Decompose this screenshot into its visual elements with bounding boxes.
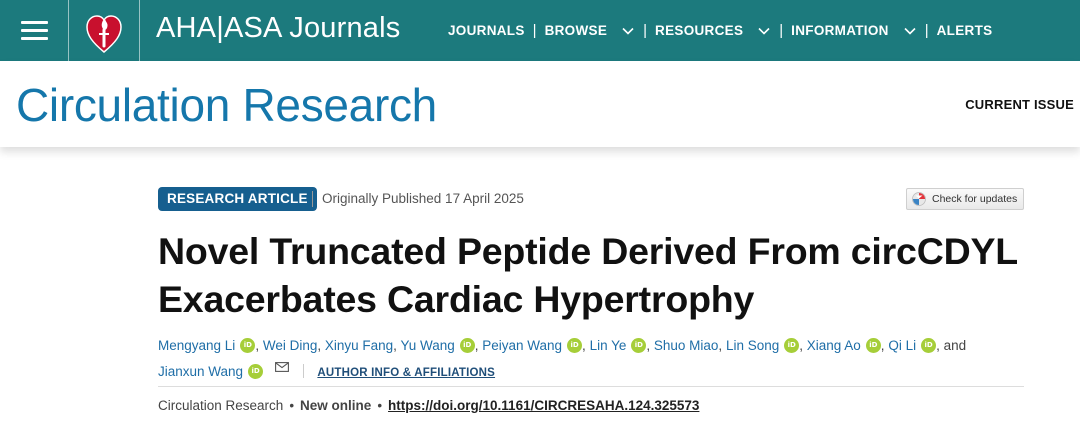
- menu-line: [21, 37, 48, 40]
- check-for-updates-button[interactable]: Check for updates: [906, 188, 1024, 210]
- nav-browse[interactable]: BROWSE: [545, 23, 636, 38]
- main-nav: JOURNALS | BROWSE | RESOURCES | INFORMAT…: [448, 0, 992, 61]
- journal-name: Circulation Research: [158, 398, 284, 413]
- nav-label: ALERTS: [936, 23, 993, 38]
- publication-date: Originally Published 17 April 2025: [322, 191, 524, 206]
- orcid-icon[interactable]: iD: [784, 338, 800, 353]
- bullet: •: [289, 398, 295, 413]
- journal-title[interactable]: Circulation Research: [16, 78, 437, 132]
- menu-line: [21, 21, 48, 24]
- aha-heart-torch-logo[interactable]: [86, 10, 122, 54]
- journal-header: Circulation Research CURRENT ISSUE: [0, 61, 1080, 147]
- orcid-icon[interactable]: iD: [921, 338, 937, 353]
- article-type-badge: RESEARCH ARTICLE: [158, 187, 317, 211]
- chevron-down-icon: [622, 27, 634, 35]
- current-issue-link[interactable]: CURRENT ISSUE: [965, 97, 1074, 112]
- orcid-icon[interactable]: iD: [459, 338, 475, 353]
- author-link[interactable]: Xinyu Fang: [325, 338, 393, 353]
- author-link[interactable]: Lin Song: [726, 338, 779, 353]
- nav-label: BROWSE: [544, 23, 608, 38]
- meta-divider: [312, 191, 313, 207]
- author-link[interactable]: Jianxun Wang: [158, 364, 243, 379]
- nav-label: INFORMATION: [791, 23, 889, 38]
- orcid-icon[interactable]: iD: [865, 338, 881, 353]
- nav-separator: |: [643, 22, 648, 39]
- chevron-down-icon: [758, 27, 770, 35]
- and-conjunction: and: [943, 338, 967, 353]
- online-status: New online: [300, 398, 372, 413]
- chevron-down-icon: [904, 27, 916, 35]
- divider: [139, 0, 140, 61]
- nav-label: JOURNALS: [448, 23, 525, 38]
- nav-alerts[interactable]: ALERTS: [937, 23, 993, 38]
- nav-separator: |: [924, 22, 929, 39]
- nav-information[interactable]: INFORMATION: [791, 23, 917, 38]
- hamburger-menu-icon[interactable]: [0, 0, 68, 61]
- author-link[interactable]: Lin Ye: [590, 338, 627, 353]
- nav-journals[interactable]: JOURNALS: [448, 23, 525, 38]
- check-updates-label: Check for updates: [932, 193, 1018, 205]
- author-info-affiliations-link[interactable]: AUTHOR INFO & AFFILIATIONS: [317, 367, 495, 379]
- nav-label: RESOURCES: [655, 23, 744, 38]
- author-link[interactable]: Wei Ding: [263, 338, 318, 353]
- nav-separator: |: [532, 22, 537, 39]
- menu-line: [21, 29, 48, 32]
- orcid-icon[interactable]: iD: [248, 364, 264, 379]
- divider: [68, 0, 69, 61]
- orcid-icon[interactable]: iD: [631, 338, 647, 353]
- author-link[interactable]: Shuo Miao: [654, 338, 719, 353]
- author-link[interactable]: Peiyan Wang: [482, 338, 562, 353]
- author-link[interactable]: Qi Li: [888, 338, 916, 353]
- author-link[interactable]: Yu Wang: [400, 338, 454, 353]
- author-list: Mengyang Li iD, Wei Ding, Xinyu Fang, Yu …: [158, 338, 967, 379]
- envelope-icon[interactable]: [274, 362, 289, 372]
- top-navigation-bar: AHA|ASA Journals JOURNALS | BROWSE | RES…: [0, 0, 1080, 61]
- orcid-icon[interactable]: iD: [240, 338, 256, 353]
- author-link[interactable]: Mengyang Li: [158, 338, 235, 353]
- doi-link[interactable]: https://doi.org/10.1161/CIRCRESAHA.124.3…: [388, 398, 699, 413]
- orcid-icon[interactable]: iD: [567, 338, 583, 353]
- nav-resources[interactable]: RESOURCES: [655, 23, 771, 38]
- brand-name[interactable]: AHA|ASA Journals: [156, 12, 400, 45]
- citation-line: Circulation Research • New online • https://…: [158, 398, 699, 413]
- article-title: Novel Truncated Peptide Derived From cir…: [158, 230, 1018, 320]
- author-link[interactable]: Xiang Ao: [807, 338, 861, 353]
- divider: [302, 364, 304, 378]
- bullet: •: [377, 398, 383, 413]
- nav-separator: |: [779, 22, 784, 39]
- divider: [158, 386, 1024, 387]
- crossmark-icon: [912, 192, 926, 206]
